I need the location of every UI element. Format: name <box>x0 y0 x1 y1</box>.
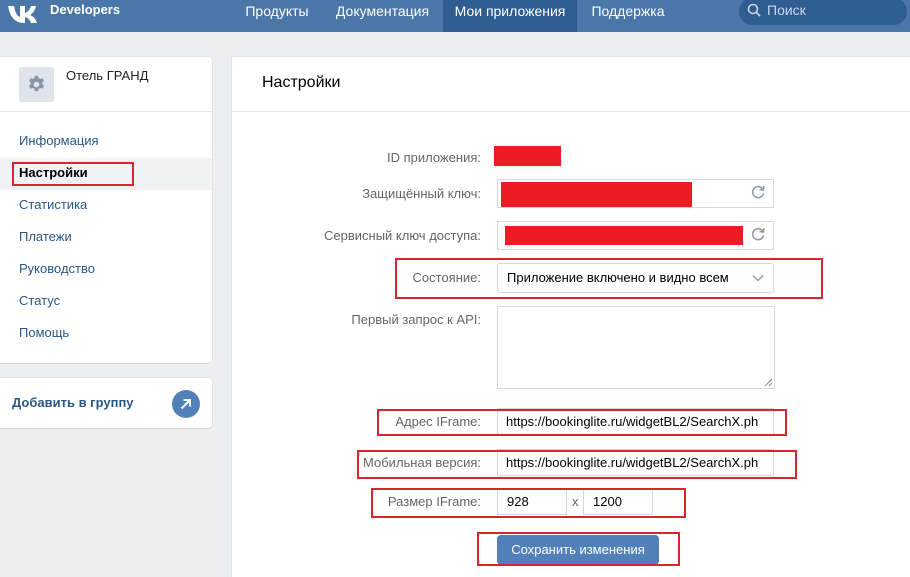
mobile-version-highlight-box <box>357 450 797 479</box>
sidebar-item-payments[interactable]: Платежи <box>19 227 72 247</box>
app-id-redacted <box>494 146 561 166</box>
iframe-url-highlight-box <box>377 409 787 436</box>
refresh-icon[interactable] <box>749 225 767 243</box>
resize-handle-icon[interactable] <box>764 378 773 387</box>
state-highlight-box <box>395 258 823 299</box>
service-key-redacted <box>505 226 743 245</box>
panel-divider <box>232 111 910 112</box>
vk-logo-icon[interactable] <box>6 2 40 26</box>
iframe-size-highlight-box <box>371 488 686 518</box>
search-placeholder: Поиск <box>767 2 806 18</box>
sidebar-item-help[interactable]: Помощь <box>19 323 69 343</box>
sidebar-item-status[interactable]: Статус <box>19 291 60 311</box>
save-highlight-box <box>477 532 680 566</box>
sidebar-item-info[interactable]: Информация <box>19 131 99 151</box>
secret-key-redacted <box>501 182 692 207</box>
nav-my-apps[interactable]: Мои приложения <box>443 0 577 32</box>
nav-support[interactable]: Поддержка <box>583 0 673 32</box>
arrow-up-right-icon <box>180 399 191 410</box>
gear-icon <box>28 75 45 92</box>
refresh-icon[interactable] <box>749 183 767 201</box>
app-id-label: ID приложения: <box>387 150 481 165</box>
nav-documentation[interactable]: Документация <box>328 0 437 32</box>
secret-key-label: Защищённый ключ: <box>362 186 481 201</box>
sidebar-item-statistics[interactable]: Статистика <box>19 195 87 215</box>
sidebar-divider <box>0 111 212 112</box>
service-key-label: Сервисный ключ доступа: <box>324 228 481 243</box>
page-title: Настройки <box>262 74 341 91</box>
first-request-label: Первый запрос к API: <box>351 312 481 327</box>
sidebar-item-guide[interactable]: Руководство <box>19 259 95 279</box>
settings-highlight-box <box>12 162 134 186</box>
search-icon <box>747 3 761 17</box>
brand-title[interactable]: Developers <box>50 2 120 18</box>
first-request-textarea[interactable] <box>497 306 775 389</box>
app-name: Отель ГРАНД <box>66 68 149 83</box>
nav-products[interactable]: Продукты <box>233 0 321 32</box>
add-to-group-link[interactable]: Добавить в группу <box>12 395 134 410</box>
search-input[interactable] <box>739 0 907 25</box>
